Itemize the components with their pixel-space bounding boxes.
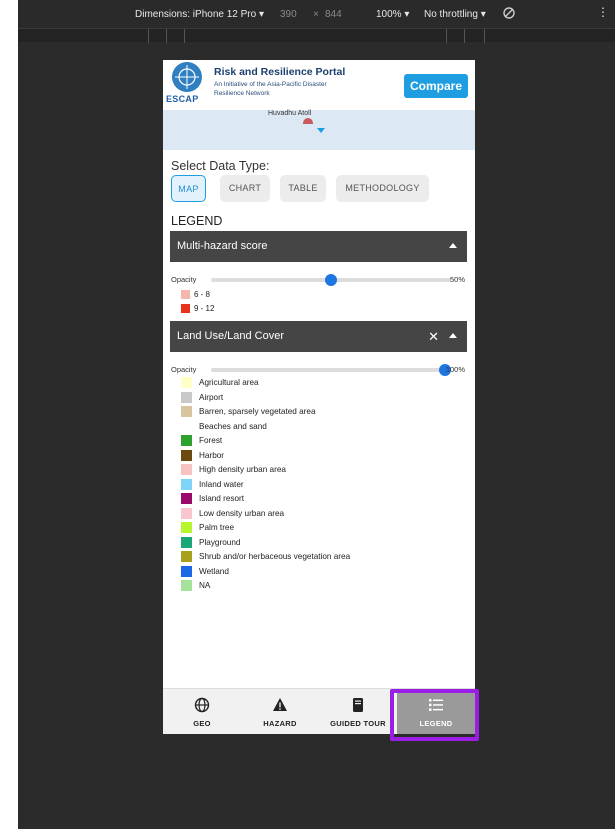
rotate-icon[interactable] [502, 6, 516, 23]
escap-wordmark: ESCAP [166, 94, 199, 104]
device-rulers [18, 28, 615, 43]
legend-item-label: High density urban area [199, 465, 286, 474]
legend-swatch [181, 449, 192, 461]
portal-title: Risk and Resilience Portal [214, 66, 346, 78]
legend-item-label: Palm tree [199, 523, 235, 532]
opacity-slider-knob[interactable] [325, 274, 337, 286]
legend-item-label: 9 - 12 [194, 304, 215, 313]
multi-hazard-title: Multi-hazard score [177, 240, 268, 252]
multi-hazard-panel-header[interactable]: Multi-hazard score [170, 231, 467, 262]
tab-map[interactable]: MAP [171, 175, 206, 202]
tab-chart[interactable]: CHART [220, 175, 270, 202]
legend-item-label: Harbor [199, 450, 225, 460]
legend-swatch [181, 522, 192, 533]
legend-item-label: Wetland [199, 566, 229, 576]
opacity-label: Opacity [171, 365, 197, 374]
height-field[interactable]: 844 [325, 9, 342, 20]
legend-item-label: 6 - 8 [194, 290, 211, 299]
legend-swatch [181, 304, 190, 313]
legend-item-label: Inland water [199, 479, 244, 489]
map-place-label: Huvadhu Atoll [268, 110, 312, 117]
portal-subtitle-line2: Resilience Network [214, 90, 270, 97]
nav-geo-label: GEO [193, 719, 211, 728]
nav-hazard-label: HAZARD [263, 719, 297, 728]
compare-button[interactable]: Compare [404, 74, 468, 98]
devtools-viewport: Dimensions: iPhone 12 Pro ▾ 390 × 844 10… [18, 0, 615, 829]
un-emblem-icon [172, 62, 202, 92]
legend-swatch [181, 478, 192, 490]
map-collapse-caret-icon[interactable] [317, 128, 325, 133]
legend-swatch [181, 420, 192, 432]
throttle-select[interactable]: No throttling ▾ [424, 9, 486, 20]
legend-item-label: Airport [199, 392, 224, 402]
globe-icon [194, 697, 210, 713]
devtools-toolbar: Dimensions: iPhone 12 Pro ▾ 390 × 844 10… [18, 0, 615, 28]
map-preview[interactable]: Huvadhu Atoll [163, 110, 475, 150]
close-icon[interactable]: ✕ [428, 321, 439, 352]
legend-swatch [181, 536, 192, 548]
land-use-panel-header[interactable]: Land Use/Land Cover ✕ [170, 321, 467, 352]
nav-hazard[interactable]: HAZARD [241, 689, 319, 734]
legend-swatch [181, 464, 192, 475]
legend-swatch [181, 377, 192, 388]
book-icon [350, 697, 366, 713]
collapse-caret-icon[interactable] [449, 243, 457, 248]
nav-geo[interactable]: GEO [163, 689, 241, 734]
legend-item-label: Playground [199, 537, 241, 547]
legend-swatch [181, 551, 192, 562]
legend-item-label: Agricultural area [199, 378, 259, 387]
nav-guided-tour-label: GUIDED TOUR [330, 719, 386, 728]
legend-item-label: Forest [199, 436, 223, 445]
zoom-select[interactable]: 100% ▾ [376, 9, 409, 20]
legend-swatch [181, 565, 192, 577]
device-select[interactable]: Dimensions: iPhone 12 Pro ▾ [135, 9, 264, 20]
multi-hazard-opacity-slider[interactable] [211, 274, 451, 286]
select-data-type-label: Select Data Type: [171, 159, 270, 173]
legend-swatch [181, 580, 192, 591]
legend-swatch [181, 493, 192, 504]
collapse-caret-icon[interactable] [449, 333, 457, 338]
legend-title: LEGEND [171, 214, 223, 228]
tab-methodology[interactable]: METHODOLOGY [336, 175, 429, 202]
legend-swatch [181, 435, 192, 446]
legend-item-label: Low density urban area [199, 508, 285, 518]
warning-icon [272, 697, 288, 713]
escap-logo[interactable]: ESCAP [166, 62, 208, 108]
times-sign: × [313, 9, 319, 20]
more-icon[interactable]: ⋮ [597, 5, 609, 19]
legend-swatch [181, 507, 192, 519]
legend-swatch [181, 406, 192, 417]
land-use-title: Land Use/Land Cover [177, 330, 285, 342]
portal-header: ESCAP Risk and Resilience Portal An Init… [163, 60, 475, 110]
legend-item-label: Barren, sparsely vegetated area [199, 407, 316, 416]
legend-swatch [181, 391, 192, 403]
nav-guided-tour[interactable]: GUIDED TOUR [319, 689, 397, 734]
highlight-box [390, 689, 479, 741]
portal-subtitle-line1: An Initiative of the Asia-Pacific Disast… [214, 81, 327, 88]
legend-item-label: Island resort [199, 494, 245, 503]
opacity-value: 100% [445, 365, 465, 374]
width-field[interactable]: 390 [280, 9, 297, 20]
land-use-opacity-slider[interactable] [211, 364, 451, 376]
legend-item-label: NA [199, 581, 211, 590]
opacity-value: 50% [449, 275, 465, 284]
legend-item-label: Shrub and/or herbaceous vegetation area [199, 552, 351, 561]
legend-swatch [181, 290, 190, 299]
mobile-page: ESCAP Risk and Resilience Portal An Init… [163, 60, 475, 734]
tab-table[interactable]: TABLE [280, 175, 326, 202]
legend-item-label: Beaches and sand [199, 421, 267, 431]
map-marker-icon[interactable] [303, 118, 313, 124]
opacity-label: Opacity [171, 275, 197, 284]
